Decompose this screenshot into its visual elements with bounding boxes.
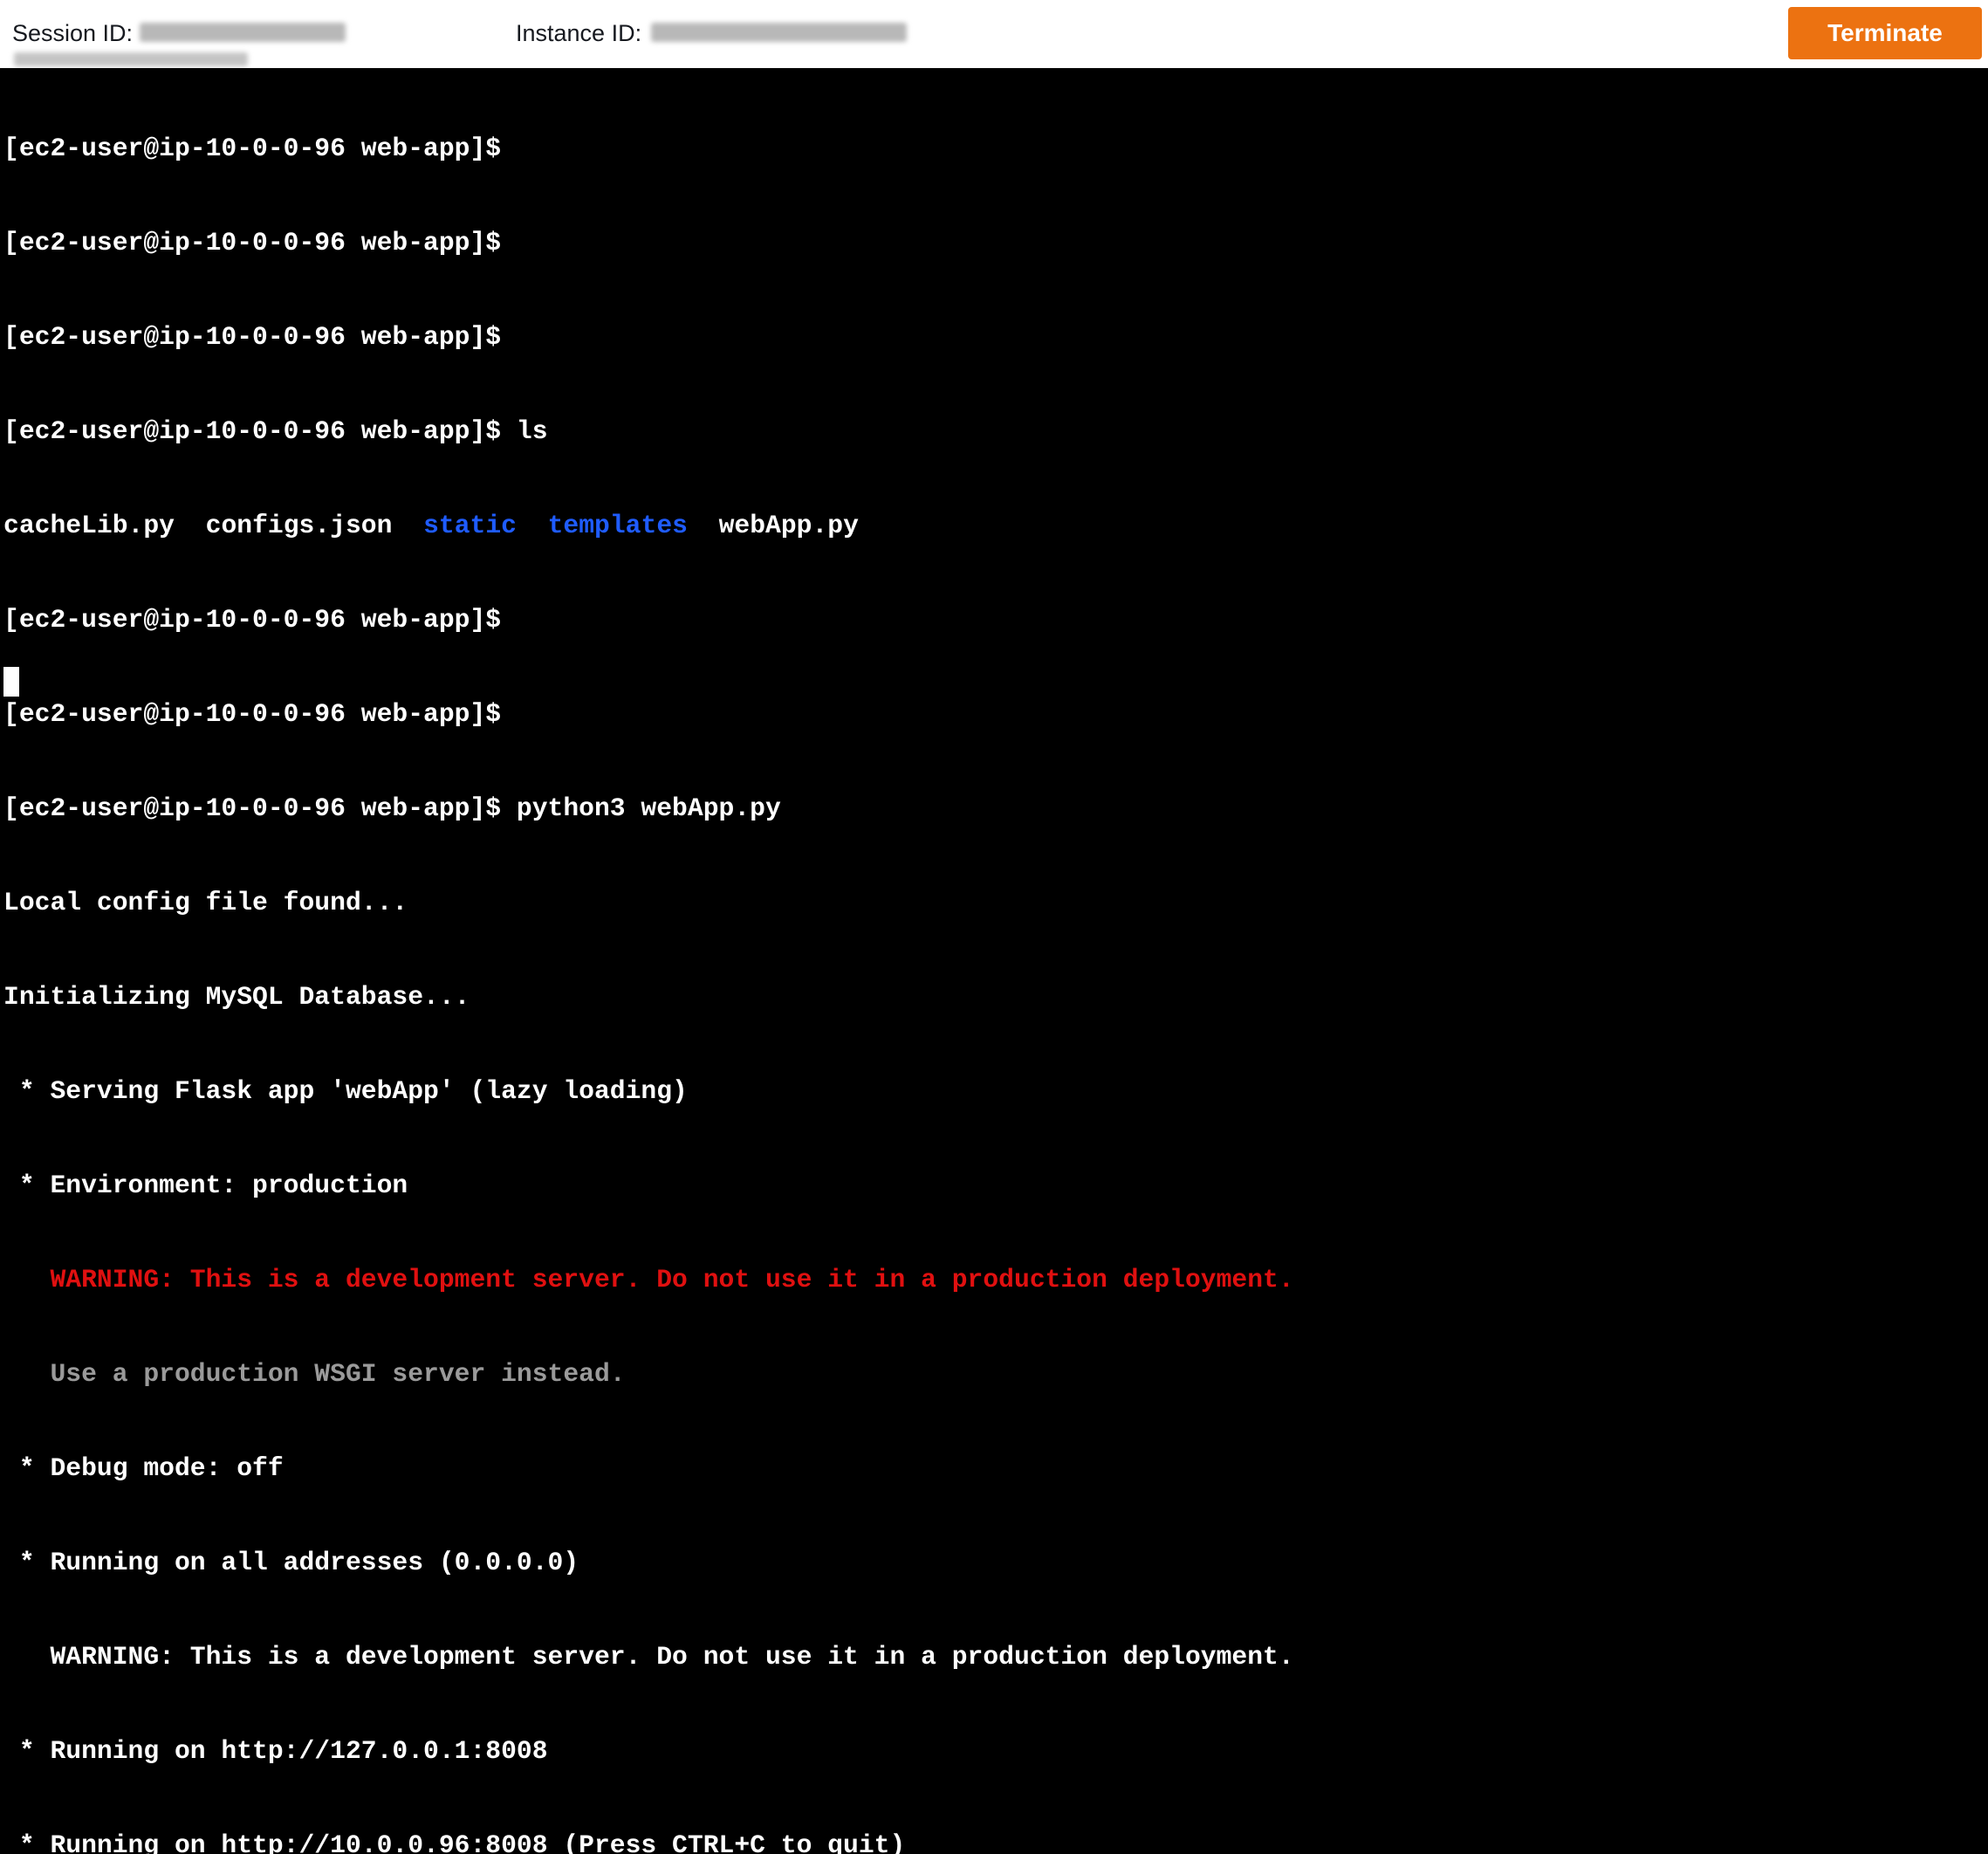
terminal-line: * Running on http://10.0.0.96:8008 (Pres… [3, 1830, 906, 1854]
terminal-output[interactable]: [ec2-user@ip-10-0-0-96 web-app]$ [ec2-us… [0, 68, 1988, 1854]
ls-file-configs: configs.json [205, 511, 393, 540]
terminate-button[interactable]: Terminate [1788, 7, 1982, 59]
terminal-line: [ec2-user@ip-10-0-0-96 web-app]$ ls [3, 416, 548, 446]
instance-id-label: Instance ID: [516, 20, 642, 46]
terminal-line: * Environment: production [3, 1171, 408, 1200]
session-id-label: Session ID: [12, 20, 134, 46]
terminal-line: * Running on http://127.0.0.1:8008 [3, 1736, 548, 1766]
terminal-cursor [3, 667, 19, 697]
terminal-line: * Serving Flask app 'webApp' (lazy loadi… [3, 1076, 688, 1106]
terminal-line: [ec2-user@ip-10-0-0-96 web-app]$ python3… [3, 793, 781, 823]
terminal-hint-line: Use a production WSGI server instead. [3, 1359, 626, 1389]
terminal-line: [ec2-user@ip-10-0-0-96 web-app]$ [3, 134, 502, 163]
terminal-lines: [ec2-user@ip-10-0-0-96 web-app]$ [ec2-us… [3, 70, 1294, 1854]
ls-file-cachelib: cacheLib.py [3, 511, 175, 540]
session-id-value-redacted-overflow [14, 52, 248, 66]
ls-dir-templates: templates [547, 511, 688, 540]
instance-id-value-redacted [651, 23, 907, 42]
ls-dir-static: static [423, 511, 517, 540]
terminal-line: [ec2-user@ip-10-0-0-96 web-app]$ [3, 322, 502, 352]
ls-file-webapp: webApp.py [718, 511, 859, 540]
terminal-line: WARNING: This is a development server. D… [3, 1642, 1294, 1672]
terminal-line: [ec2-user@ip-10-0-0-96 web-app]$ [3, 699, 502, 729]
session-header: Session ID: Instance ID: Terminate [0, 0, 1988, 68]
terminal-line: [ec2-user@ip-10-0-0-96 web-app]$ [3, 605, 502, 635]
terminal-line: * Running on all addresses (0.0.0.0) [3, 1548, 579, 1577]
terminal-line: * Debug mode: off [3, 1453, 284, 1483]
terminal-line: Initializing MySQL Database... [3, 982, 470, 1012]
ls-output-line: cacheLib.py configs.json static template… [3, 510, 1294, 541]
terminal-line: [ec2-user@ip-10-0-0-96 web-app]$ [3, 228, 502, 258]
session-id-value-redacted [140, 23, 346, 42]
terminal-warning-line: WARNING: This is a development server. D… [3, 1265, 1294, 1294]
terminal-line: Local config file found... [3, 888, 408, 917]
